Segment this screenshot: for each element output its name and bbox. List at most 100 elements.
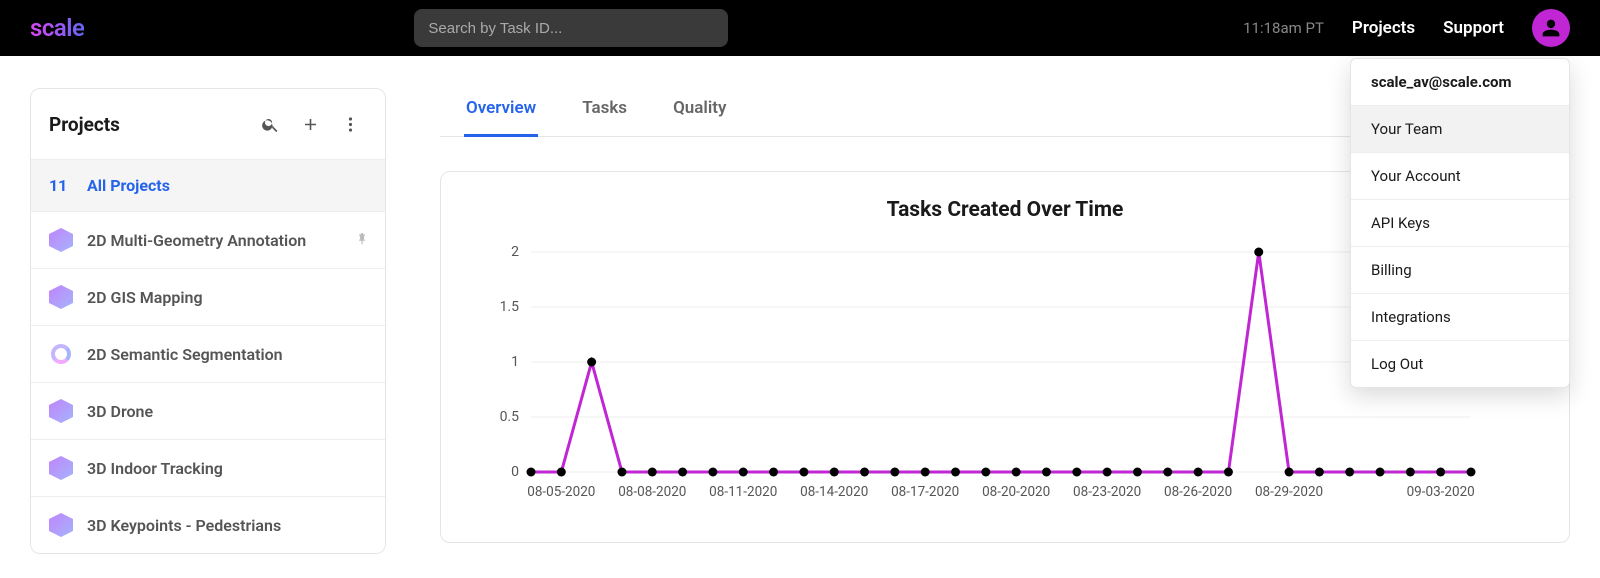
chart-point bbox=[1467, 468, 1476, 477]
chart-point bbox=[1042, 468, 1051, 477]
sidebar-project-row[interactable]: 3D Indoor Tracking bbox=[31, 439, 385, 496]
project-label: 2D GIS Mapping bbox=[87, 288, 203, 307]
project-label: 3D Drone bbox=[87, 402, 153, 421]
chart-point bbox=[769, 468, 778, 477]
chart-point bbox=[678, 468, 687, 477]
chart-point bbox=[617, 468, 626, 477]
clock-text: 11:18am PT bbox=[1243, 19, 1324, 37]
hexagon-icon bbox=[49, 399, 73, 423]
sidebar-all-projects[interactable]: 11 All Projects bbox=[31, 159, 385, 211]
sidebar-project-row[interactable]: 2D Multi-Geometry Annotation bbox=[31, 211, 385, 268]
x-tick-label: 08-11-2020 bbox=[709, 484, 777, 500]
chart-point bbox=[890, 468, 899, 477]
hexagon-icon bbox=[49, 456, 73, 480]
chart-point bbox=[1224, 468, 1233, 477]
hexagon-icon bbox=[49, 228, 73, 252]
add-project-button[interactable] bbox=[293, 107, 327, 141]
chart-point bbox=[1345, 468, 1354, 477]
tasks-chart: 0 0.5 1 1.5 2 08-05-2020 08-08-2020 08-11-2020 0… bbox=[471, 242, 1491, 522]
kebab-icon bbox=[341, 115, 360, 134]
sidebar-title: Projects bbox=[49, 113, 247, 136]
sidebar-menu-button[interactable] bbox=[333, 107, 367, 141]
x-tick-label: 09-03-2020 bbox=[1407, 484, 1475, 500]
chart-point bbox=[921, 468, 930, 477]
chart-point bbox=[648, 468, 657, 477]
hexagon-icon bbox=[49, 513, 73, 537]
dropdown-email: scale_av@scale.com bbox=[1351, 59, 1569, 106]
y-tick-label: 1.5 bbox=[500, 299, 520, 315]
user-dropdown: scale_av@scale.com Your TeamYour Account… bbox=[1350, 58, 1570, 388]
x-tick-label: 08-20-2020 bbox=[982, 484, 1050, 500]
dropdown-item-your-account[interactable]: Your Account bbox=[1351, 153, 1569, 200]
chart-point bbox=[799, 468, 808, 477]
project-label: 3D Keypoints - Pedestrians bbox=[87, 516, 281, 535]
chart-point bbox=[981, 468, 990, 477]
sidebar-project-row[interactable]: 2D GIS Mapping bbox=[31, 268, 385, 325]
tab-tasks[interactable]: Tasks bbox=[580, 88, 629, 137]
dropdown-item-log-out[interactable]: Log Out bbox=[1351, 341, 1569, 387]
dropdown-item-integrations[interactable]: Integrations bbox=[1351, 294, 1569, 341]
nav-support[interactable]: Support bbox=[1443, 18, 1504, 38]
sidebar-project-row[interactable]: 3D Keypoints - Pedestrians bbox=[31, 496, 385, 553]
x-tick-label: 08-14-2020 bbox=[800, 484, 868, 500]
x-tick-label: 08-26-2020 bbox=[1164, 484, 1232, 500]
search-projects-button[interactable] bbox=[253, 107, 287, 141]
chart-point bbox=[1163, 468, 1172, 477]
nav-projects[interactable]: Projects bbox=[1352, 18, 1415, 38]
chart-point bbox=[1254, 248, 1263, 257]
all-projects-count: 11 bbox=[49, 176, 73, 195]
x-tick-label: 08-05-2020 bbox=[527, 484, 595, 500]
x-tick-label: 08-17-2020 bbox=[891, 484, 959, 500]
top-header: scale 11:18am PT Projects Support bbox=[0, 0, 1600, 56]
search-input[interactable] bbox=[414, 9, 728, 47]
chart-point bbox=[1315, 468, 1324, 477]
chart-point bbox=[1436, 468, 1445, 477]
project-label: 2D Multi-Geometry Annotation bbox=[87, 231, 306, 250]
x-tick-label: 08-08-2020 bbox=[618, 484, 686, 500]
y-tick-label: 0 bbox=[511, 464, 519, 480]
all-projects-label: All Projects bbox=[87, 176, 170, 195]
project-label: 3D Indoor Tracking bbox=[87, 459, 223, 478]
chart-point bbox=[1133, 468, 1142, 477]
chart-point bbox=[557, 468, 566, 477]
avatar-button[interactable] bbox=[1532, 9, 1570, 47]
sidebar-header: Projects bbox=[31, 89, 385, 159]
user-icon bbox=[1541, 18, 1561, 38]
x-tick-label: 08-23-2020 bbox=[1073, 484, 1141, 500]
chart-point bbox=[739, 468, 748, 477]
sidebar-project-row[interactable]: 3D Drone bbox=[31, 382, 385, 439]
sidebar-project-row[interactable]: 2D Semantic Segmentation bbox=[31, 325, 385, 382]
chart-point bbox=[587, 358, 596, 367]
chart-point bbox=[1376, 468, 1385, 477]
circle-icon bbox=[49, 342, 73, 366]
project-label: 2D Semantic Segmentation bbox=[87, 345, 283, 364]
search-icon bbox=[261, 115, 280, 134]
plus-icon bbox=[301, 115, 320, 134]
chart-point bbox=[951, 468, 960, 477]
chart-point bbox=[1103, 468, 1112, 477]
chart-point bbox=[830, 468, 839, 477]
projects-sidebar: Projects 11 All Projects 2D Multi-Geomet… bbox=[30, 88, 386, 554]
chart-point bbox=[527, 468, 536, 477]
tab-quality[interactable]: Quality bbox=[671, 88, 728, 137]
dropdown-item-billing[interactable]: Billing bbox=[1351, 247, 1569, 294]
chart-point bbox=[860, 468, 869, 477]
y-tick-label: 2 bbox=[511, 244, 519, 260]
x-tick-label: 08-29-2020 bbox=[1255, 484, 1323, 500]
chart-point bbox=[1285, 468, 1294, 477]
pin-icon[interactable] bbox=[355, 231, 369, 250]
tab-overview[interactable]: Overview bbox=[464, 88, 538, 137]
y-tick-label: 0.5 bbox=[500, 409, 520, 425]
dropdown-item-your-team[interactable]: Your Team bbox=[1351, 106, 1569, 153]
logo: scale bbox=[30, 14, 84, 42]
dropdown-item-api-keys[interactable]: API Keys bbox=[1351, 200, 1569, 247]
chart-point bbox=[708, 468, 717, 477]
chart-point bbox=[1406, 468, 1415, 477]
y-tick-label: 1 bbox=[511, 354, 519, 370]
chart-point bbox=[1072, 468, 1081, 477]
header-right: 11:18am PT Projects Support bbox=[1243, 9, 1570, 47]
hexagon-icon bbox=[49, 285, 73, 309]
search-wrap bbox=[414, 9, 728, 47]
chart-point bbox=[1194, 468, 1203, 477]
chart-point bbox=[1012, 468, 1021, 477]
